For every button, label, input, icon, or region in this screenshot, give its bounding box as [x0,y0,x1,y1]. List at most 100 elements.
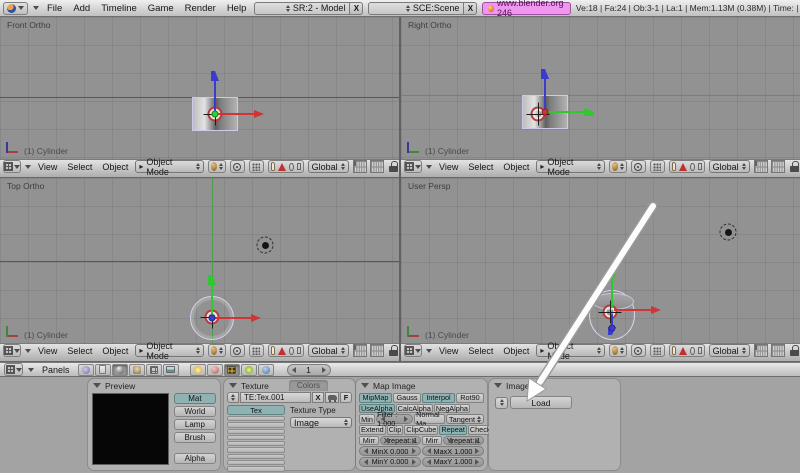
z-axis-arrow-icon[interactable] [214,80,216,112]
draw-mode-dropdown[interactable] [208,344,226,357]
mirror-x-toggle[interactable]: Mirr [359,436,379,446]
radiosity-buttons-button[interactable] [241,364,257,376]
texture-channel-slot[interactable] [227,460,285,465]
layer-buttons[interactable] [353,160,385,173]
draw-mode-dropdown[interactable] [609,344,627,357]
header-collapse-icon[interactable] [33,6,39,10]
preview-brush-button[interactable]: Brush [174,432,216,443]
x-axis-arrow-icon[interactable] [214,317,252,319]
lamp-buttons-button[interactable] [190,364,206,376]
editor-type-button[interactable] [3,344,21,357]
layer-grid-right[interactable] [370,344,384,357]
xrepeat-field[interactable]: Xrepeat: 1 [380,436,421,446]
header-menu-chevron[interactable] [25,349,31,353]
editing-context-button[interactable] [146,364,162,376]
editor-type-button[interactable] [3,2,28,15]
mode-dropdown[interactable]: ▸ Object Mode [536,344,604,357]
preview-lamp-button[interactable]: Lamp [174,419,216,430]
pivot-dropdown[interactable] [631,160,646,173]
editor-type-button[interactable] [3,160,21,173]
manipulator-group[interactable] [669,344,705,357]
load-image-button[interactable]: Load [510,396,572,409]
lock-icon[interactable] [790,345,797,356]
layer-buttons[interactable] [754,160,786,173]
scene-selector[interactable]: SCE:Scene X [368,2,477,15]
header-menu-chevron[interactable] [25,165,31,169]
snap-element-button[interactable] [249,160,264,173]
min-toggle[interactable]: Min [359,414,375,424]
z-axis-arrow-icon[interactable] [544,78,546,110]
pivot-dropdown[interactable] [230,344,245,357]
mode-dropdown[interactable]: ▸ Object Mode [135,160,203,173]
layer-grid-right[interactable] [771,160,785,173]
orientation-dropdown[interactable]: Global [709,344,750,357]
texture-browse-button[interactable] [227,392,239,403]
fake-user-button[interactable]: F [340,392,352,403]
texture-buttons-button[interactable] [224,364,240,376]
menu-object[interactable]: Object [500,346,532,356]
snap-element-button[interactable] [650,344,665,357]
gizmo-center-dot[interactable] [212,111,219,118]
header-menu-chevron[interactable] [426,165,432,169]
menu-help[interactable]: Help [224,3,250,14]
logic-context-button[interactable] [78,364,94,376]
viewport-divider[interactable] [399,17,401,362]
colors-tab[interactable]: Colors [289,380,328,391]
version-link-button[interactable]: www.blender.org 246 [482,2,571,15]
image-browse-button[interactable] [495,397,508,409]
material-buttons-button[interactable] [207,364,223,376]
maxx-field[interactable]: MaxX 1.000 [422,446,484,456]
menu-select[interactable]: Select [465,346,496,356]
normal-map-toggle[interactable]: Normal Ma [414,414,445,424]
repeat-toggle[interactable]: Repeat [439,425,467,435]
viewport-user[interactable]: User Persp (1) Cylinder [401,178,800,343]
preview-mat-button[interactable]: Mat [174,393,216,404]
auto-name-button[interactable] [325,392,339,403]
lock-icon[interactable] [790,161,797,172]
panels-menu[interactable]: Panels [39,365,73,375]
tangent-dropdown[interactable]: Tangent [446,414,484,424]
editor-type-button[interactable] [404,160,422,173]
orientation-dropdown[interactable]: Global [308,344,349,357]
lock-icon[interactable] [389,345,396,356]
menu-add[interactable]: Add [70,3,93,14]
menu-view[interactable]: View [35,162,60,172]
viewport-top[interactable]: Top Ortho (1) Cylinder [0,178,399,343]
layer-grid-left[interactable] [353,344,367,357]
menu-select[interactable]: Select [64,162,95,172]
editor-type-button[interactable] [404,344,422,357]
header-menu-chevron[interactable] [426,349,432,353]
texture-channel-slot[interactable] [227,435,285,440]
menu-view[interactable]: View [436,346,461,356]
texture-channel-active[interactable]: Tex [227,405,285,415]
panel-collapse-icon[interactable] [93,383,101,388]
interpol-toggle[interactable]: Interpol [422,393,455,403]
gizmo-center-dot[interactable] [542,109,549,116]
viewport-front[interactable]: Front Ortho (1) Cylinder [0,17,399,159]
panel-collapse-icon[interactable] [361,383,369,388]
texture-channel-slot[interactable] [227,441,285,446]
x-axis-arrow-icon[interactable] [217,113,255,115]
texture-channel-slot[interactable] [227,447,285,452]
unlink-texture-button[interactable]: X [312,392,324,403]
viewport-right[interactable]: Right Ortho (1) Cylinder [401,17,800,159]
menu-render[interactable]: Render [182,3,219,14]
screen-close-button[interactable]: X [350,2,363,15]
pivot-dropdown[interactable] [631,344,646,357]
minx-field[interactable]: MinX 0.000 [359,446,421,456]
lamp-object[interactable] [720,224,737,241]
map-image-panel-header[interactable]: Map Image [356,379,487,392]
layer-grid-right[interactable] [771,344,785,357]
yrepeat-field[interactable]: Yrepeat: 1 [443,436,484,446]
texture-channel-slot[interactable] [227,416,285,421]
draw-mode-dropdown[interactable] [208,160,226,173]
scene-context-button[interactable] [163,364,179,376]
image-panel-header[interactable]: Image [489,379,620,392]
orientation-dropdown[interactable]: Global [709,160,750,173]
preview-panel-header[interactable]: Preview [88,379,220,392]
rot90-toggle[interactable]: Rot90 [456,393,484,403]
layer-grid-right[interactable] [370,160,384,173]
manipulator-group[interactable] [669,160,705,173]
texture-name-field[interactable]: TE:Tex.001 [240,392,311,403]
gizmo-center-dot[interactable] [209,315,216,322]
